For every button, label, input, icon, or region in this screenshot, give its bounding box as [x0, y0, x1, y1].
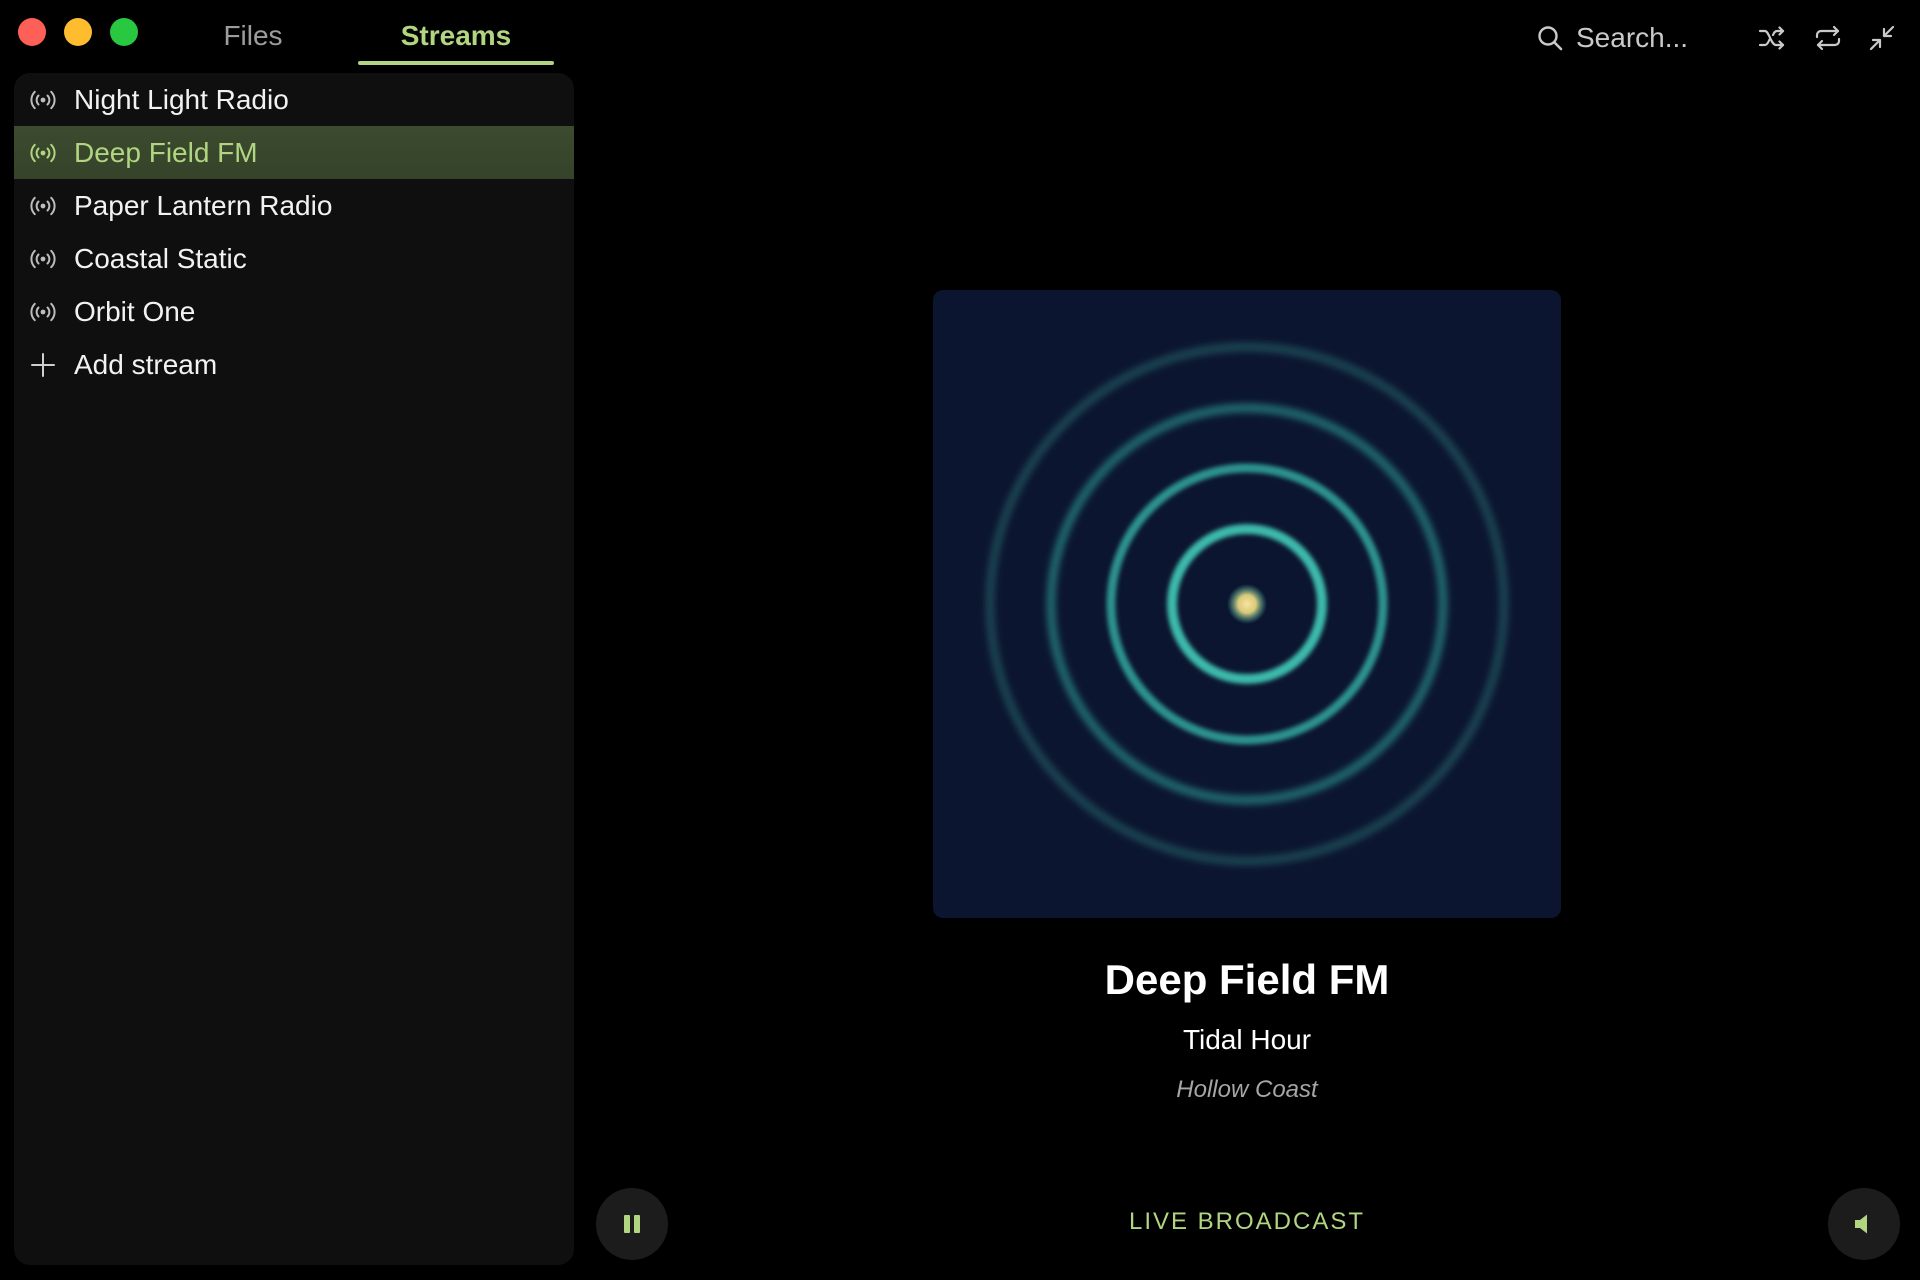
search-field[interactable]: Search... — [1536, 18, 1716, 58]
collapse-button[interactable] — [1864, 20, 1900, 56]
app-window: Files Streams Search... Night Light Radi… — [0, 0, 1920, 1280]
shuffle-icon — [1758, 26, 1785, 50]
shuffle-button[interactable] — [1754, 20, 1790, 56]
active-tab-indicator — [358, 61, 554, 65]
tab-streams[interactable]: Streams — [358, 16, 554, 64]
volume-icon — [1855, 1214, 1867, 1234]
zoom-window-button[interactable] — [110, 18, 138, 46]
pause-button[interactable] — [596, 1188, 668, 1260]
search-icon — [1538, 26, 1563, 51]
live-broadcast-status: LIVE BROADCAST — [1128, 1208, 1366, 1235]
broadcast-icon — [28, 85, 58, 115]
stream-label: Deep Field FM — [74, 136, 258, 168]
stream-label: Paper Lantern Radio — [74, 189, 333, 221]
stream-label: Night Light Radio — [74, 83, 289, 115]
stream-label: Coastal Static — [74, 242, 247, 274]
plus-icon — [28, 350, 58, 380]
signal-rings-artwork — [985, 342, 1509, 866]
stream-list: Night Light Radio Deep Field FM Paper La… — [14, 73, 574, 338]
pause-icon — [624, 1215, 640, 1233]
broadcast-icon — [28, 297, 58, 327]
repeat-button[interactable] — [1810, 20, 1846, 56]
stream-label: Orbit One — [74, 295, 196, 327]
stream-item-night-light-radio[interactable]: Night Light Radio — [14, 73, 574, 126]
stream-sidebar: Night Light Radio Deep Field FM Paper La… — [14, 73, 574, 1265]
repeat-icon — [1815, 25, 1841, 51]
stream-item-paper-lantern-radio[interactable]: Paper Lantern Radio — [14, 179, 574, 232]
station-artwork — [933, 290, 1561, 918]
close-window-button[interactable] — [18, 18, 46, 46]
minimize-icon — [1869, 25, 1895, 51]
add-stream-label: Add stream — [74, 349, 218, 380]
stream-item-orbit-one[interactable]: Orbit One — [14, 285, 574, 338]
search-placeholder: Search... — [1576, 22, 1689, 53]
minimize-window-button[interactable] — [64, 18, 92, 46]
stream-item-coastal-static[interactable]: Coastal Static — [14, 232, 574, 285]
now-playing-station: Deep Field FM — [1104, 956, 1390, 1003]
now-playing-artist: Hollow Coast — [1176, 1076, 1318, 1103]
broadcast-icon — [28, 244, 58, 274]
volume-button[interactable] — [1828, 1188, 1900, 1260]
broadcast-icon — [28, 138, 58, 168]
now-playing-track: Tidal Hour — [1182, 1024, 1312, 1055]
tab-files[interactable]: Files — [200, 16, 306, 64]
broadcast-icon — [28, 191, 58, 221]
stream-item-deep-field-fm[interactable]: Deep Field FM — [14, 126, 574, 179]
add-stream-button[interactable]: Add stream — [14, 338, 574, 392]
